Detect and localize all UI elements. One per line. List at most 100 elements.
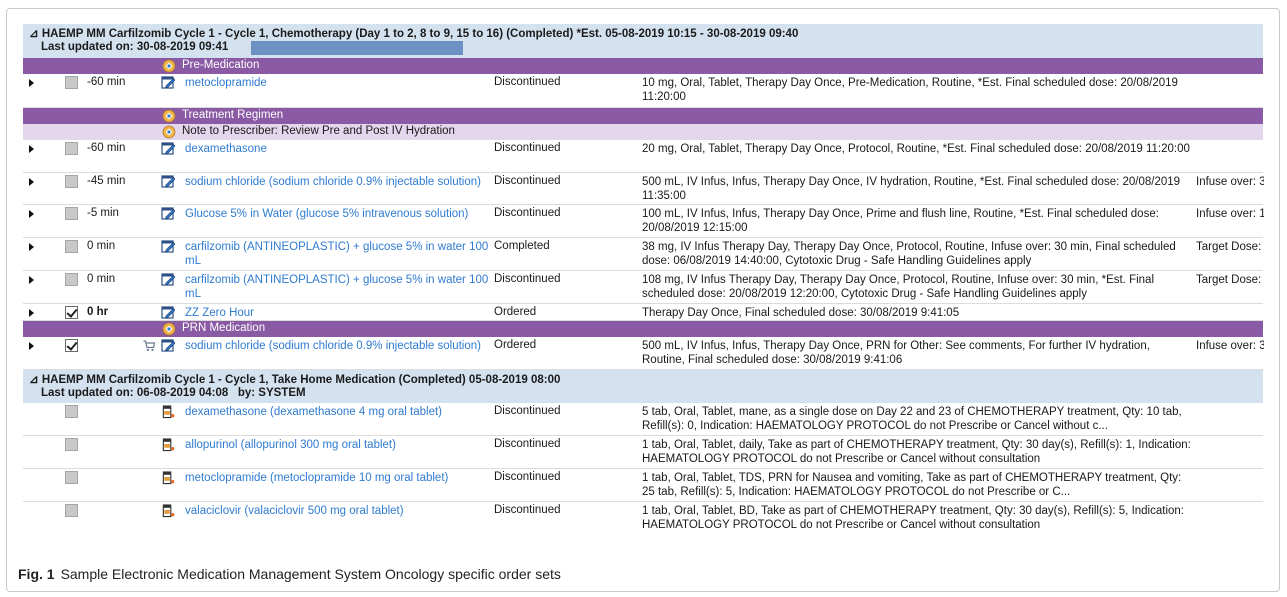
time-offset: 0 min — [87, 273, 116, 285]
order-row[interactable]: -60 min metoclopramide Discontinued 10 m… — [23, 74, 1263, 108]
order-name-link[interactable]: valaciclovir (valaciclovir 500 mg oral t… — [185, 504, 503, 518]
caption-text: Sample Electronic Medication Management … — [60, 566, 561, 582]
order-status: Discontinued — [494, 504, 561, 516]
order-details: 500 mL, IV Infus, Infus, Therapy Day Onc… — [642, 340, 1150, 366]
prescription-bottle-icon — [162, 437, 175, 452]
order-status: Discontinued — [494, 76, 561, 88]
checkbox-checked-icon[interactable] — [65, 306, 78, 319]
expand-arrow-icon[interactable] — [29, 145, 34, 153]
category-folder-icon — [162, 59, 176, 73]
order-extra: Infuse over: 30 min — [1196, 176, 1264, 188]
caption-label: Fig. 1 — [18, 566, 55, 582]
checkbox-icon[interactable] — [65, 142, 78, 155]
checkbox-icon[interactable] — [65, 207, 78, 220]
collapse-icon[interactable]: ⊿ — [29, 28, 39, 40]
order-name-link[interactable]: metoclopramide — [185, 76, 503, 90]
order-details: 10 mg, Oral, Tablet, Therapy Day Once, P… — [642, 77, 1178, 103]
order-status: Discontinued — [494, 471, 561, 483]
order-details: 5 tab, Oral, Tablet, mane, as a single d… — [642, 406, 1182, 432]
order-details: Therapy Day Once, Final scheduled dose: … — [642, 307, 960, 319]
order-status: Discontinued — [494, 405, 561, 417]
order-status: Ordered — [494, 306, 537, 318]
section-header-take-home[interactable]: ⊿ HAEMP MM Carfilzomib Cycle 1 - Cycle 1… — [23, 370, 1263, 403]
order-name-link[interactable]: ZZ Zero Hour — [185, 306, 503, 320]
order-row[interactable]: 0 min carfilzomib (ANTINEOPLASTIC) + glu… — [23, 238, 1264, 271]
collapse-icon[interactable]: ⊿ — [29, 374, 39, 386]
order-details: 1 tab, Oral, Tablet, TDS, PRN for Nausea… — [642, 472, 1182, 498]
category-label: PRN Medication — [182, 322, 266, 334]
order-extra: Target Dose: carfilzomib (... — [1196, 274, 1264, 286]
note-to-prescriber[interactable]: Note to Prescriber: Review Pre and Post … — [23, 124, 1263, 140]
checkbox-icon[interactable] — [65, 175, 78, 188]
checkbox-icon[interactable] — [65, 471, 78, 484]
order-name-link[interactable]: sodium chloride (sodium chloride 0.9% in… — [185, 175, 503, 189]
order-extra: Infuse over: 30 min — [1196, 340, 1264, 352]
checkbox-icon[interactable] — [65, 240, 78, 253]
note-icon — [162, 125, 176, 139]
time-offset: -5 min — [87, 207, 119, 219]
expand-arrow-icon[interactable] — [29, 178, 34, 186]
home-order-row[interactable]: allopurinol (allopurinol 300 mg oral tab… — [23, 436, 1263, 469]
checkbox-icon[interactable] — [65, 76, 78, 89]
category-treatment-regimen[interactable]: Treatment Regimen — [23, 108, 1263, 124]
order-row[interactable]: 0 hr ZZ Zero Hour Ordered Therapy Day On… — [23, 304, 1263, 321]
checkbox-icon[interactable] — [65, 405, 78, 418]
home-order-row[interactable]: dexamethasone (dexamethasone 4 mg oral t… — [23, 403, 1263, 436]
order-extra: Target Dose: carfilzomib (... — [1196, 241, 1264, 253]
order-pencil-icon — [161, 142, 175, 155]
checkbox-icon[interactable] — [65, 504, 78, 517]
order-details: 1 tab, Oral, Tablet, BD, Take as part of… — [642, 505, 1184, 531]
order-pencil-icon — [161, 175, 175, 188]
checkbox-icon[interactable] — [65, 438, 78, 451]
order-list: ⊿ HAEMP MM Carfilzomib Cycle 1 - Cycle 1… — [23, 24, 1264, 556]
order-status: Discontinued — [494, 438, 561, 450]
order-extra: Infuse over: 15 min — [1196, 208, 1264, 220]
order-pencil-icon — [161, 76, 175, 89]
category-folder-icon — [162, 322, 176, 336]
order-row[interactable]: -5 min Glucose 5% in Water (glucose 5% i… — [23, 205, 1264, 238]
expand-arrow-icon[interactable] — [29, 342, 34, 350]
order-row[interactable]: 0 min carfilzomib (ANTINEOPLASTIC) + glu… — [23, 271, 1264, 304]
order-name-link[interactable]: carfilzomib (ANTINEOPLASTIC) + glucose 5… — [185, 240, 503, 268]
order-name-link[interactable]: dexamethasone — [185, 142, 503, 156]
home-order-row[interactable]: valaciclovir (valaciclovir 500 mg oral t… — [23, 502, 1263, 535]
note-label: Note to Prescriber: Review Pre and Post … — [182, 125, 455, 137]
time-offset: -60 min — [87, 76, 126, 88]
order-status: Discontinued — [494, 142, 561, 154]
order-name-link[interactable]: allopurinol (allopurinol 300 mg oral tab… — [185, 438, 503, 452]
checkbox-checked-icon[interactable] — [65, 339, 78, 352]
order-details: 20 mg, Oral, Tablet, Therapy Day Once, P… — [642, 143, 1190, 155]
progress-bar — [251, 41, 463, 55]
order-status: Ordered — [494, 339, 537, 351]
expand-arrow-icon[interactable] — [29, 243, 34, 251]
order-details: 1 tab, Oral, Tablet, daily, Take as part… — [642, 439, 1191, 465]
expand-arrow-icon[interactable] — [29, 79, 34, 87]
order-name-link[interactable]: dexamethasone (dexamethasone 4 mg oral t… — [185, 405, 503, 419]
order-row[interactable]: -60 min dexamethasone Discontinued 20 mg… — [23, 140, 1263, 173]
prescription-bottle-icon — [162, 404, 175, 419]
section-header-chemotherapy[interactable]: ⊿ HAEMP MM Carfilzomib Cycle 1 - Cycle 1… — [23, 24, 1263, 58]
order-row[interactable]: sodium chloride (sodium chloride 0.9% in… — [23, 337, 1264, 370]
expand-arrow-icon[interactable] — [29, 309, 34, 317]
checkbox-icon[interactable] — [65, 273, 78, 286]
expand-arrow-icon[interactable] — [29, 276, 34, 284]
category-label: Treatment Regimen — [182, 109, 284, 121]
order-pencil-icon — [161, 306, 175, 319]
order-name-link[interactable]: sodium chloride (sodium chloride 0.9% in… — [185, 339, 503, 353]
time-offset: -45 min — [87, 175, 126, 187]
category-prn-medication[interactable]: PRN Medication — [23, 321, 1263, 337]
order-name-link[interactable]: Glucose 5% in Water (glucose 5% intraven… — [185, 207, 503, 221]
section-title-text: HAEMP MM Carfilzomib Cycle 1 - Cycle 1, … — [41, 28, 799, 40]
section-title: ⊿ HAEMP MM Carfilzomib Cycle 1 - Cycle 1… — [29, 26, 798, 40]
order-name-link[interactable]: carfilzomib (ANTINEOPLASTIC) + glucose 5… — [185, 273, 503, 301]
home-order-row[interactable]: metoclopramide (metoclopramide 10 mg ora… — [23, 469, 1263, 502]
order-row[interactable]: -45 min sodium chloride (sodium chloride… — [23, 173, 1264, 205]
expand-arrow-icon[interactable] — [29, 210, 34, 218]
order-status: Completed — [494, 240, 550, 252]
section-title-text: HAEMP MM Carfilzomib Cycle 1 - Cycle 1, … — [41, 374, 561, 386]
order-pencil-icon — [161, 240, 175, 253]
order-name-link[interactable]: metoclopramide (metoclopramide 10 mg ora… — [185, 471, 503, 485]
time-offset: 0 hr — [87, 306, 109, 318]
category-premedication[interactable]: Pre-Medication — [23, 58, 1263, 74]
section-title: ⊿ HAEMP MM Carfilzomib Cycle 1 - Cycle 1… — [29, 372, 560, 386]
